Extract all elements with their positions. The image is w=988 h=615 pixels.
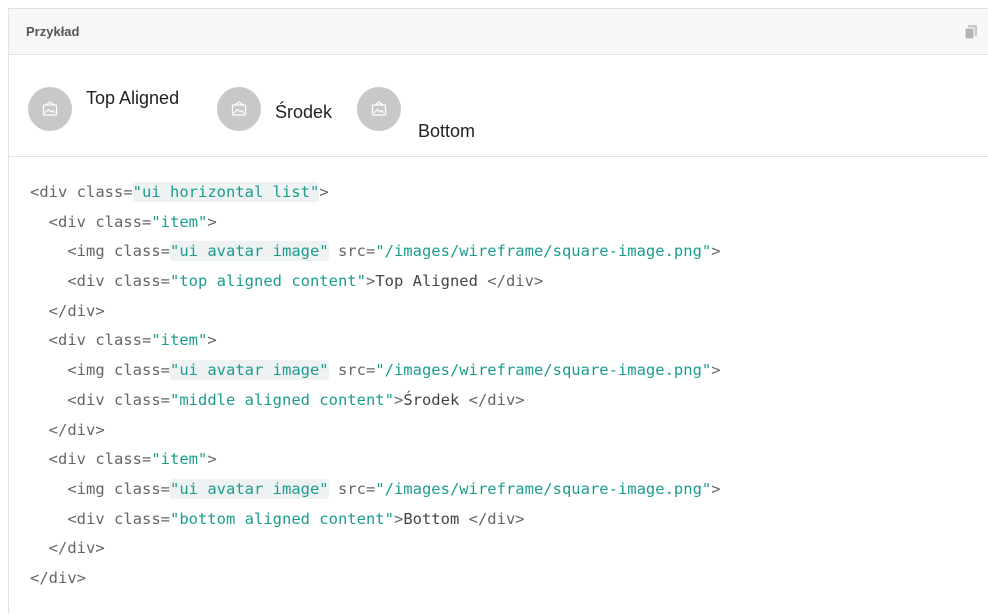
code-token-tag: <div <box>30 212 96 231</box>
avatar <box>28 87 72 131</box>
code-token-attr: class= <box>114 509 170 528</box>
code-token-tag: <img <box>30 242 114 261</box>
code-token-attr: class= <box>114 272 170 291</box>
code-listing[interactable]: <div class="ui horizontal list"> <div cl… <box>30 178 721 594</box>
code-line: </div> <box>30 534 721 564</box>
code-token-tag: > <box>207 212 217 231</box>
code-block[interactable]: <div class="ui horizontal list"> <div cl… <box>9 157 988 615</box>
code-token-tag: > <box>711 479 721 498</box>
code-line: <div class="bottom aligned content">Bott… <box>30 505 721 535</box>
code-token-tag: <div <box>30 272 114 291</box>
code-line: <img class="ui avatar image" src="/image… <box>30 475 721 505</box>
code-token-attr: class= <box>76 183 133 201</box>
code-token-tag: <div <box>30 183 77 201</box>
code-token-tag: </div> <box>30 568 86 587</box>
code-token-tag: > <box>365 272 376 291</box>
code-token-str: "/images/wireframe/square-image.png" <box>375 361 712 380</box>
code-line: <div class="item"> <box>30 445 721 475</box>
code-token-attr: class= <box>114 242 170 261</box>
code-line: <div class="ui horizontal list"> <box>30 178 721 208</box>
code-token-attr: class= <box>114 390 170 409</box>
code-token-str: "top aligned content" <box>170 272 366 291</box>
copy-icon[interactable] <box>964 24 978 40</box>
code-line: <div class="top aligned content">Top Ali… <box>30 267 721 297</box>
code-token-attr: class= <box>95 450 152 469</box>
image-icon <box>230 100 248 118</box>
code-token-str: "/images/wireframe/square-image.png" <box>375 479 712 498</box>
code-token-tag: <div <box>30 509 114 528</box>
item-label: Top Aligned <box>86 88 180 108</box>
code-line: </div> <box>30 416 721 446</box>
list-item-bottom: Bottom <box>357 87 475 141</box>
code-token-tag: <div <box>30 450 96 469</box>
code-line: <img class="ui avatar image" src="/image… <box>30 237 721 267</box>
code-token-str: "ui avatar image" <box>170 360 329 381</box>
code-token-tag: > <box>207 331 217 350</box>
item-label: Środek <box>275 101 333 122</box>
code-token-attr: class= <box>95 331 152 350</box>
item-label: Bottom <box>418 121 476 141</box>
list-item-top-aligned: Top Aligned <box>28 87 179 131</box>
code-token-attr: class= <box>114 361 170 380</box>
code-token-tag: </div> <box>468 390 525 409</box>
code-token-tag: > <box>207 450 217 469</box>
code-token-str: "item" <box>151 212 208 231</box>
code-token-str: "ui avatar image" <box>170 478 329 499</box>
code-token-tag: > <box>319 183 329 201</box>
list-item-middle: Środek <box>217 87 332 131</box>
code-line: <div class="middle aligned content">Środ… <box>30 386 721 416</box>
code-token-tag: > <box>393 509 404 528</box>
image-icon <box>41 100 59 118</box>
code-token-tag: </div> <box>30 420 105 439</box>
code-line: <div class="item"> <box>30 208 721 238</box>
code-token-str: "/images/wireframe/square-image.png" <box>375 242 712 261</box>
example-header: Przykład <box>9 9 988 55</box>
image-icon <box>370 100 388 118</box>
code-token-str: "middle aligned content" <box>170 390 394 409</box>
example-title: Przykład <box>26 24 80 39</box>
code-token-tag: > <box>711 361 721 380</box>
code-line: </div> <box>30 564 721 594</box>
code-token-str: "ui avatar image" <box>170 241 329 262</box>
code-token-tag: </div> <box>468 509 525 528</box>
code-token-txt: Środek <box>403 390 469 409</box>
example-panel: Przykład Top Aligned Środek Bottom <div … <box>8 8 988 615</box>
code-token-tag: </div> <box>487 272 544 291</box>
code-token-txt: Bottom <box>403 509 469 528</box>
code-token-tag: <div <box>30 331 96 350</box>
code-token-attr: src= <box>328 479 376 498</box>
example-preview: Top Aligned Środek Bottom <box>9 55 988 157</box>
code-token-txt: Top Aligned <box>375 272 488 291</box>
code-token-tag: </div> <box>30 539 105 558</box>
code-line: <img class="ui avatar image" src="/image… <box>30 356 721 386</box>
code-token-attr: class= <box>95 212 152 231</box>
code-token-str: "item" <box>151 450 208 469</box>
code-token-tag: <div <box>30 390 114 409</box>
code-token-str: "bottom aligned content" <box>170 509 394 528</box>
avatar <box>217 87 261 131</box>
code-token-tag: <img <box>30 479 114 498</box>
code-line: </div> <box>30 297 721 327</box>
code-token-attr: class= <box>114 479 170 498</box>
code-token-attr: src= <box>328 242 376 261</box>
avatar <box>357 87 401 131</box>
code-token-tag: > <box>711 242 721 261</box>
code-token-tag: <img <box>30 361 114 380</box>
code-token-attr: src= <box>328 361 376 380</box>
code-line: <div class="item"> <box>30 326 721 356</box>
code-token-tag: > <box>393 390 404 409</box>
code-token-str: "ui horizontal list" <box>132 182 320 202</box>
code-token-tag: </div> <box>30 301 105 320</box>
code-token-str: "item" <box>151 331 208 350</box>
